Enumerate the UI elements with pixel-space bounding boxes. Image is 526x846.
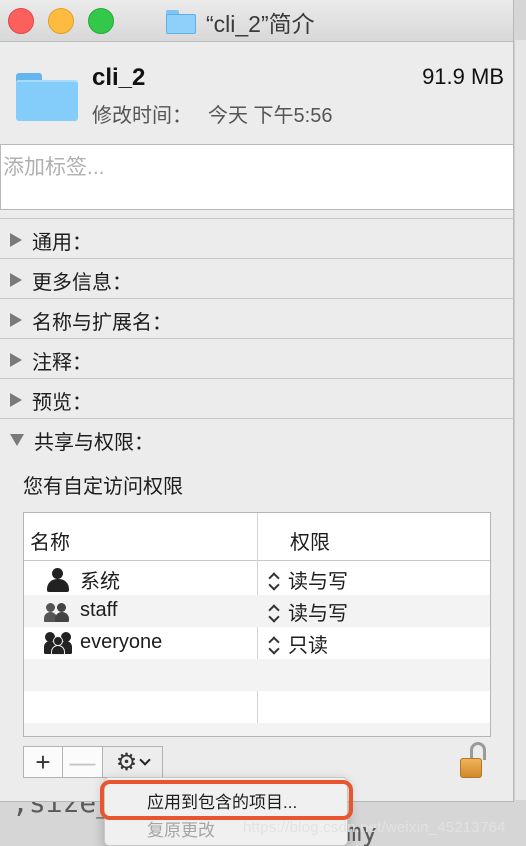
disclosure-triangle-icon xyxy=(10,233,22,247)
close-button[interactable] xyxy=(8,8,34,34)
file-name: cli_2 xyxy=(92,64,146,91)
column-header-privilege[interactable]: 权限 xyxy=(290,526,330,555)
section-sharing-permissions[interactable]: 共享与权限： xyxy=(10,426,154,454)
disclosure-triangle-icon xyxy=(10,393,22,407)
privilege-popup[interactable]: 只读 xyxy=(268,629,328,658)
empty-row xyxy=(24,659,490,691)
section-preview[interactable]: 预览： xyxy=(10,386,92,414)
section-more-info[interactable]: 更多信息： xyxy=(10,266,132,294)
file-size: 91.9 MB xyxy=(422,64,504,89)
divider xyxy=(0,258,514,259)
privilege-popup[interactable]: 读与写 xyxy=(268,597,348,626)
disclosure-triangle-icon xyxy=(10,353,22,367)
title-bar: “cli_2”简介 xyxy=(0,0,513,42)
everyone-icon xyxy=(44,629,72,655)
updown-arrows-icon xyxy=(268,571,280,591)
section-label: 共享与权限： xyxy=(34,431,154,454)
divider xyxy=(0,218,514,219)
folder-icon xyxy=(16,73,78,121)
folder-icon xyxy=(166,10,196,34)
privilege-value: 读与写 xyxy=(288,603,348,625)
permissions-table: 名称 权限 系统 读与写 staff 读与写 everyone 只读 xyxy=(23,512,491,737)
privilege-popup[interactable]: 读与写 xyxy=(268,565,348,594)
user-name: staff xyxy=(80,598,118,621)
section-label: 注释： xyxy=(32,351,92,374)
divider xyxy=(0,378,514,379)
single-user-icon xyxy=(44,567,72,593)
disclosure-triangle-icon xyxy=(10,313,22,327)
permission-note: 您有自定访问权限 xyxy=(23,476,183,498)
updown-arrows-icon xyxy=(268,603,280,623)
modified-date: 修改时间： 今天 下午5:56 xyxy=(92,99,332,128)
user-name: everyone xyxy=(80,630,163,653)
tags-placeholder: 添加标签... xyxy=(3,156,105,179)
table-row[interactable]: everyone 只读 xyxy=(24,627,490,659)
updown-arrows-icon xyxy=(268,635,280,655)
gear-icon: ⚙ xyxy=(115,748,138,776)
table-row[interactable]: 系统 读与写 xyxy=(24,563,490,595)
chevron-down-icon xyxy=(139,753,151,766)
column-header-name[interactable]: 名称 xyxy=(30,526,70,555)
disclosure-triangle-icon xyxy=(10,434,24,446)
section-general[interactable]: 通用： xyxy=(10,226,92,254)
tags-input[interactable]: 添加标签... xyxy=(0,144,514,210)
modified-value: 今天 下午5:56 xyxy=(208,105,333,127)
add-user-button[interactable]: + xyxy=(23,746,63,778)
user-name: 系统 xyxy=(80,571,120,593)
zoom-button[interactable] xyxy=(88,8,114,34)
privilege-value: 只读 xyxy=(288,635,328,657)
background-scrollbar xyxy=(514,40,526,800)
file-header: cli_2 91.9 MB 修改时间： 今天 下午5:56 xyxy=(0,42,514,142)
watermark: https://blog.csdn.net/weixin_45213764 xyxy=(243,819,506,836)
group-icon xyxy=(44,597,72,623)
disclosure-triangle-icon xyxy=(10,273,22,287)
lock-icon[interactable] xyxy=(460,742,488,782)
section-name-extension[interactable]: 名称与扩展名： xyxy=(10,306,172,334)
modified-label: 修改时间： xyxy=(92,105,192,127)
info-window: “cli_2”简介 cli_2 91.9 MB 修改时间： 今天 下午5:56 添… xyxy=(0,0,514,802)
section-label: 更多信息： xyxy=(32,271,132,294)
minimize-button[interactable] xyxy=(48,8,74,34)
divider xyxy=(0,418,514,419)
annotation-highlight xyxy=(100,780,353,820)
empty-row xyxy=(24,723,490,736)
divider xyxy=(0,298,514,299)
section-label: 名称与扩展名： xyxy=(32,311,172,334)
table-row[interactable]: staff 读与写 xyxy=(24,595,490,627)
window-title: “cli_2”简介 xyxy=(206,11,315,37)
permission-controls: + — ⚙ xyxy=(23,746,163,778)
remove-user-button[interactable]: — xyxy=(63,746,103,778)
empty-row xyxy=(24,691,490,723)
section-label: 预览： xyxy=(32,391,92,414)
action-menu-button[interactable]: ⚙ xyxy=(103,746,163,778)
privilege-value: 读与写 xyxy=(288,571,348,593)
divider xyxy=(0,338,514,339)
section-comments[interactable]: 注释： xyxy=(10,346,92,374)
section-label: 通用： xyxy=(32,231,92,254)
